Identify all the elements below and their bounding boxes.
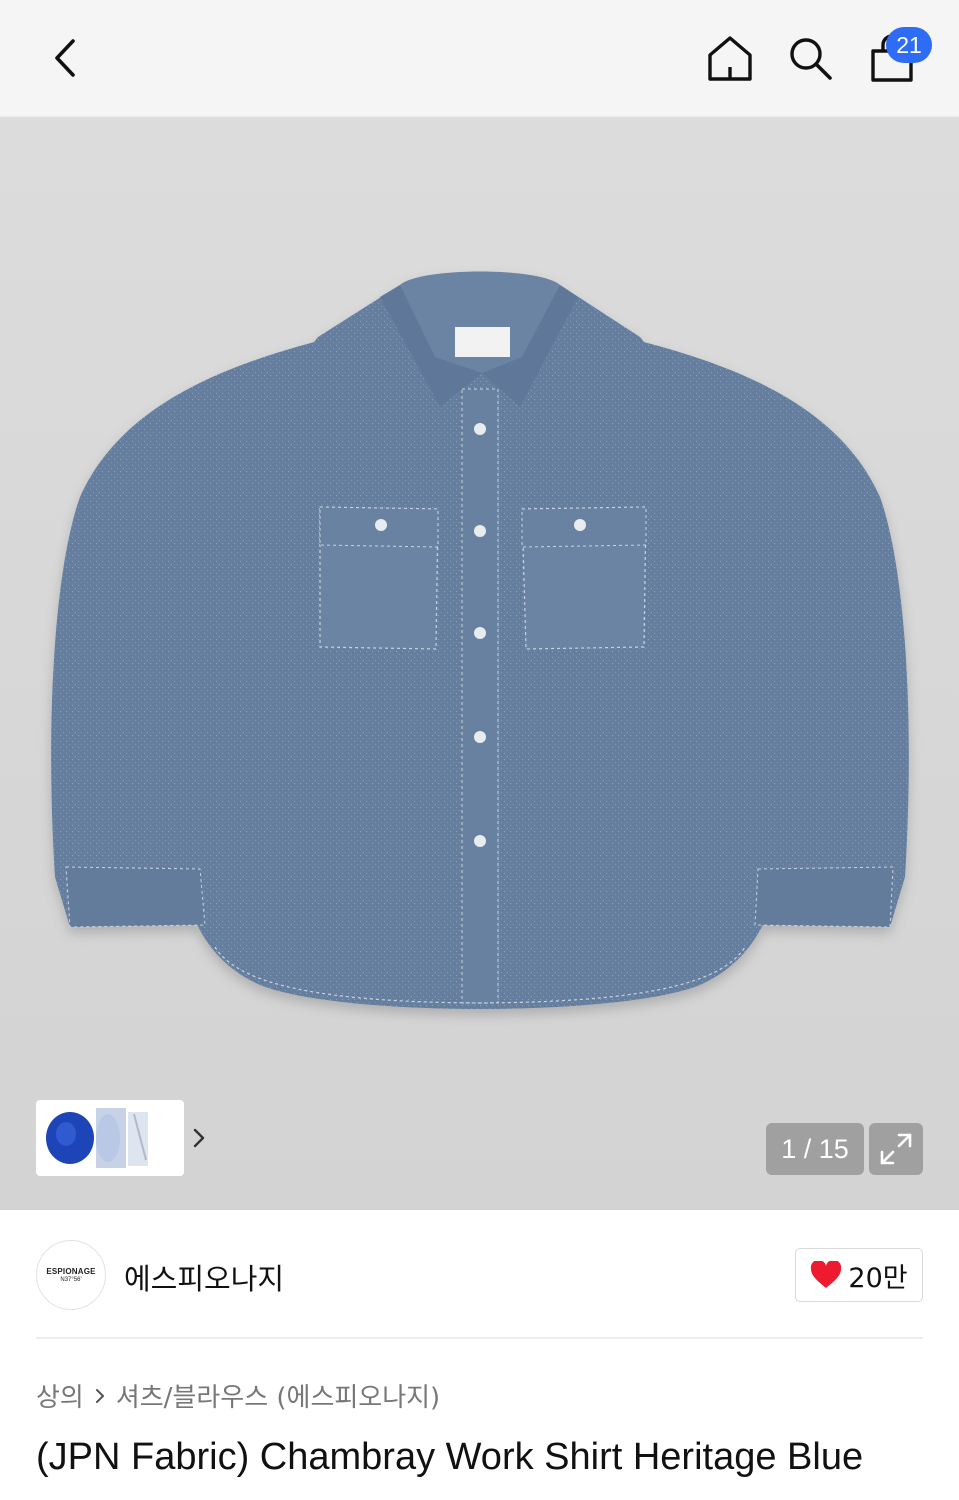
breadcrumb-subcategory[interactable]: 셔츠/블라우스 (에스피오나지) [116,1377,440,1414]
divider [36,1337,923,1339]
brand-logo[interactable]: ESPIONAGE N37°56' [36,1240,106,1310]
breadcrumb: 상의 셔츠/블라우스 (에스피오나지) [36,1377,440,1414]
breadcrumb-category[interactable]: 상의 [36,1377,84,1414]
product-image-gallery[interactable]: 1 / 15 [0,117,959,1210]
home-button[interactable] [704,30,756,86]
search-button[interactable] [784,30,836,86]
home-icon [708,36,752,81]
expand-button[interactable] [869,1123,923,1175]
chevron-left-icon [55,39,75,77]
like-count: 20만 [848,1262,908,1294]
brand-row: ESPIONAGE N37°56' 에스피오나지 20만 [36,1240,923,1310]
chevron-right-icon [193,1128,205,1148]
back-button[interactable] [36,30,92,86]
heart-icon [811,1261,842,1288]
like-button[interactable]: 20만 [795,1248,923,1302]
color-thumbnail-strip[interactable] [36,1100,205,1176]
brand-logo-text: ESPIONAGE [46,1267,96,1276]
search-icon [790,38,832,80]
expand-icon [880,1133,912,1165]
brand-logo-subtext: N37°56' [60,1277,82,1283]
brand-name-link[interactable]: 에스피오나지 [124,1256,284,1298]
top-navigation-bar: 21 [0,0,959,117]
product-title: (JPN Fabric) Chambray Work Shirt Heritag… [36,1436,864,1478]
cart-count-badge: 21 [886,27,932,63]
product-image [51,271,909,1009]
image-counter: 1 / 15 [766,1123,864,1175]
chevron-right-icon [95,1388,104,1403]
color-thumbnails [46,1108,148,1168]
